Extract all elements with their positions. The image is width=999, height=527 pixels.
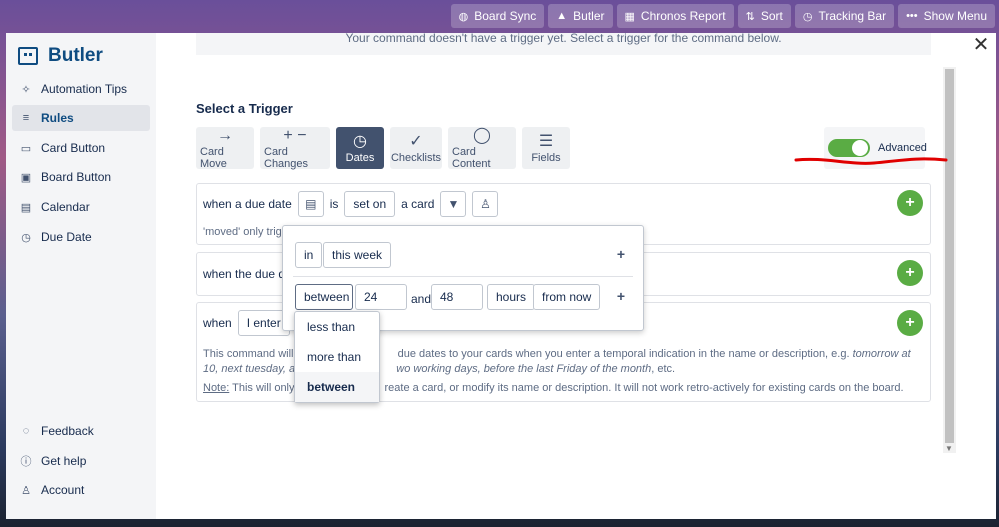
close-icon[interactable]: ✕	[972, 35, 990, 55]
sidebar-item-card-button[interactable]: ▭ Card Button	[12, 135, 150, 161]
tab-dates[interactable]: ◷ Dates	[336, 127, 384, 169]
section-title: Select a Trigger	[196, 101, 293, 116]
sliders-icon: ≡	[22, 112, 30, 124]
rule-sentence: when I enter	[203, 310, 290, 336]
filter-button[interactable]: ▼	[440, 191, 467, 217]
trigger-notice: Your command doesn't have a trigger yet.…	[196, 32, 931, 55]
comparison-select[interactable]: between	[295, 284, 353, 310]
sidebar-item-board-button[interactable]: ▣ Board Button	[12, 164, 150, 190]
user-icon: ♙	[21, 484, 31, 497]
calendar-icon: ▤	[20, 201, 32, 214]
comment-icon: ◯	[473, 127, 491, 144]
user-filter-button[interactable]: ♙	[472, 191, 499, 217]
date-picker-button[interactable]: ▤	[297, 191, 324, 217]
butler-brand: Butler	[18, 45, 103, 67]
sidebar-item-feedback[interactable]: ◌ Feedback	[12, 418, 150, 444]
tab-fields[interactable]: ☰ Fields	[522, 127, 570, 169]
tracking-bar-button[interactable]: ◷ Tracking Bar	[794, 4, 895, 28]
unit-select[interactable]: hours	[487, 284, 536, 310]
clock-icon: ◷	[21, 231, 31, 244]
show-menu-button[interactable]: ••• Show Menu	[898, 4, 995, 28]
add-condition-icon[interactable]: +	[617, 288, 625, 304]
card-icon: ▭	[20, 142, 32, 155]
sync-icon: ◍	[458, 10, 469, 23]
add-trigger-button[interactable]: +	[897, 310, 923, 336]
add-trigger-button[interactable]: +	[897, 260, 923, 286]
user-icon: ♙	[480, 197, 491, 211]
sidebar-item-due-date[interactable]: ◷ Due Date	[12, 224, 150, 250]
comparison-dropdown: less than more than between	[294, 311, 380, 403]
clock-icon: ◷	[802, 10, 813, 23]
board-sync-button[interactable]: ◍ Board Sync	[450, 4, 545, 28]
scrollbar[interactable]: ▼	[943, 67, 956, 453]
tab-card-content[interactable]: ◯ Card Content	[448, 127, 516, 170]
and-label: and	[411, 292, 432, 306]
sort-button[interactable]: ⇅ Sort	[737, 4, 791, 28]
chat-icon: ◌	[22, 425, 30, 437]
sidebar-item-rules[interactable]: ≡ Rules	[12, 105, 150, 131]
sidebar-item-automation-tips[interactable]: ✧ Automation Tips	[12, 76, 150, 102]
sidebar: Butler ✧ Automation Tips ≡ Rules ▭ Card But…	[6, 33, 156, 519]
set-on-select[interactable]: set on	[344, 191, 396, 217]
butler-logo-icon	[18, 47, 38, 65]
clock-icon: ◷	[353, 133, 367, 150]
from-value-input[interactable]: 24	[355, 284, 407, 310]
info-icon: ⓘ	[20, 456, 32, 468]
tab-checklists[interactable]: ✓ Checklists	[390, 127, 442, 169]
sidebar-item-account[interactable]: ♙ Account	[12, 477, 150, 503]
plus-minus-icon: + −	[283, 127, 307, 144]
butler-icon: ▲	[556, 10, 568, 22]
dropdown-option-less-than[interactable]: less than	[295, 312, 379, 342]
in-select[interactable]: in	[295, 242, 323, 268]
dropdown-option-more-than[interactable]: more than	[295, 342, 379, 372]
scroll-down-icon[interactable]: ▼	[945, 444, 953, 453]
sort-icon: ⇅	[745, 10, 755, 23]
chronos-report-button[interactable]: ▦ Chronos Report	[616, 4, 734, 28]
table-icon: ▦	[624, 10, 635, 23]
arrow-right-icon: →	[217, 127, 233, 144]
rule-sentence: when a due date ▤ is set on a card ▼ ♙	[203, 191, 499, 217]
rule-hint: 'moved' only trigg	[203, 226, 288, 238]
sidebar-item-calendar[interactable]: ▤ Calendar	[12, 194, 150, 220]
board-icon: ▣	[20, 171, 32, 184]
more-icon: •••	[906, 10, 918, 22]
to-value-input[interactable]: 48	[431, 284, 483, 310]
add-trigger-button[interactable]: +	[897, 190, 923, 216]
tab-card-changes[interactable]: + − Card Changes	[260, 127, 330, 170]
dropdown-option-between[interactable]: between	[295, 372, 379, 402]
fields-icon: ☰	[538, 133, 554, 150]
trigger-tabs: → Card Move + − Card Changes ◷ Dates ✓ Check…	[196, 127, 570, 170]
sidebar-item-get-help[interactable]: ⓘ Get help	[12, 448, 150, 474]
sparkle-icon: ✧	[21, 83, 31, 96]
calendar-icon: ▤	[305, 197, 317, 211]
red-annotation-mark	[794, 157, 948, 165]
period-select[interactable]: this week	[323, 242, 392, 268]
check-icon: ✓	[409, 133, 423, 150]
divider	[293, 276, 633, 277]
add-condition-icon[interactable]: +	[617, 246, 625, 262]
butler-button[interactable]: ▲ Butler	[548, 4, 613, 28]
scroll-thumb[interactable]	[945, 69, 954, 443]
relative-select[interactable]: from now	[533, 284, 601, 310]
board-header-bar: ◍ Board Sync ▲ Butler ▦ Chronos Report ⇅ Sor…	[450, 4, 995, 28]
butler-panel: Butler ✧ Automation Tips ≡ Rules ▭ Card But…	[6, 32, 996, 519]
main-content: Your command doesn't have a trigger yet.…	[156, 32, 996, 519]
filter-icon: ▼	[447, 197, 460, 211]
tab-card-move[interactable]: → Card Move	[196, 127, 254, 170]
